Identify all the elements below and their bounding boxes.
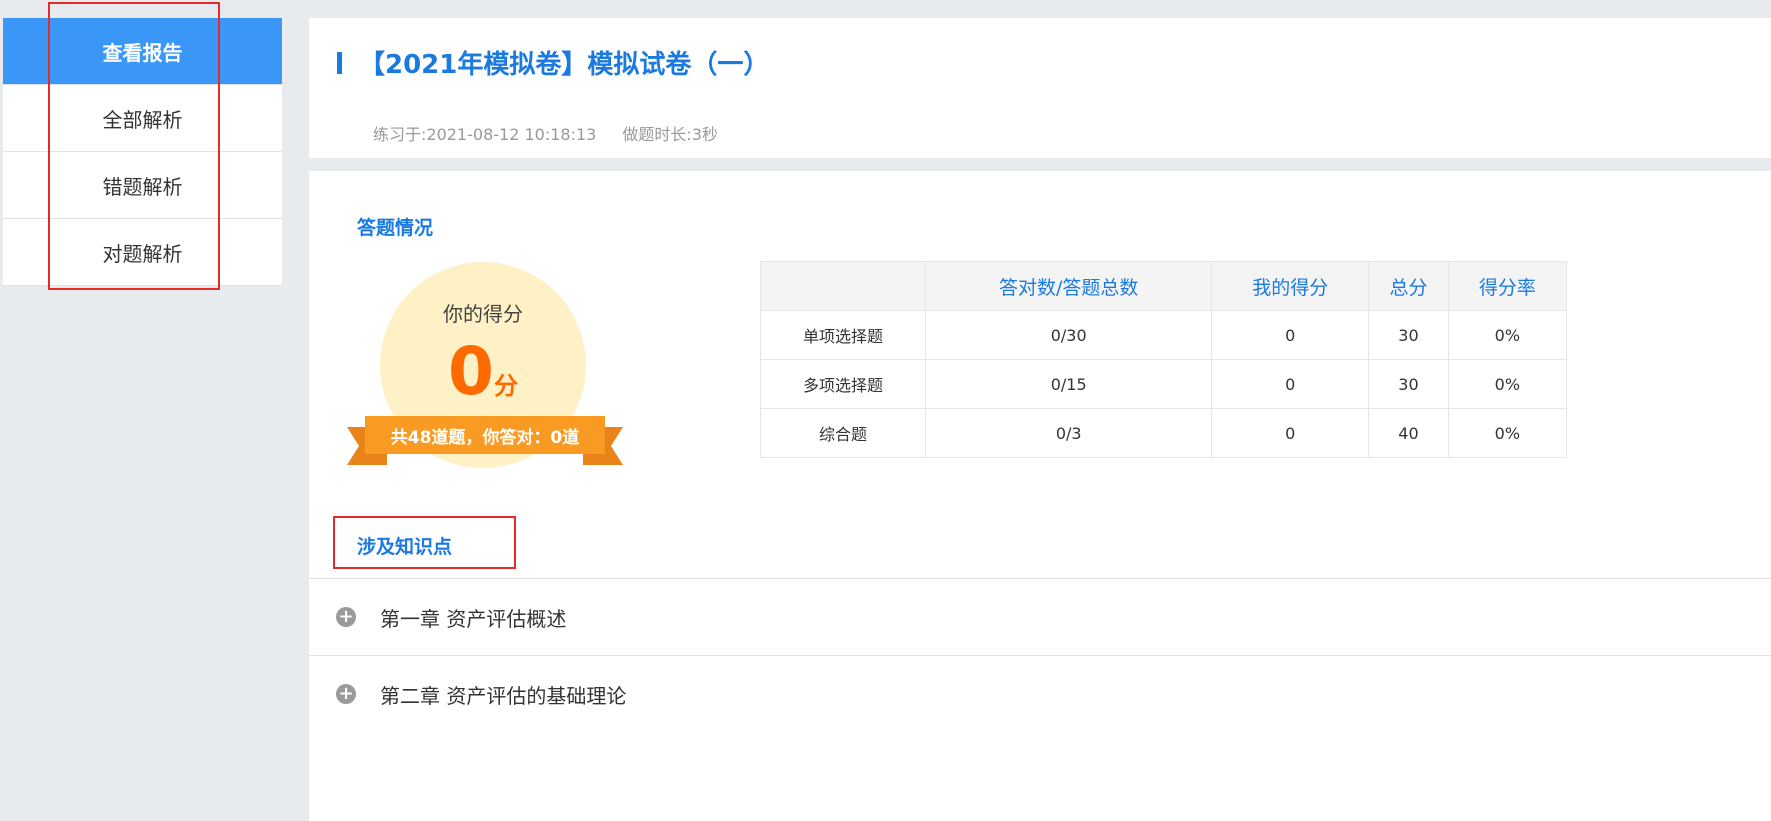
chapter-item[interactable]: + 第二章 资产评估的基础理论 [309,655,1771,732]
cell: 30 [1368,310,1449,360]
cell: 0/30 [925,310,1213,360]
sidebar: 查看报告 全部解析 错题解析 对题解析 [3,18,282,286]
cell: 0 [1211,408,1370,458]
score-label: 你的得分 [443,302,523,326]
cell: 0 [1211,359,1370,409]
cell: 0% [1447,408,1568,458]
chapter-item[interactable]: + 第一章 资产评估概述 [309,578,1771,655]
cell: 30 [1368,359,1449,409]
table-row: 综合题 0/3 0 40 0% [759,408,1568,458]
cell: 单项选择题 [759,310,927,360]
col-header [759,261,927,311]
result-ribbon: 共48道题，你答对：0道 [347,416,623,466]
chapter-label: 第一章 资产评估概述 [380,606,567,631]
score-value: 0 [448,333,494,410]
cell: 0/3 [925,408,1213,458]
cell: 0 [1211,310,1370,360]
cell: 40 [1368,408,1449,458]
duration: 做题时长:3秒 [622,125,718,144]
chapter-label: 第二章 资产评估的基础理论 [380,683,627,708]
score-table: 答对数/答题总数 我的得分 总分 得分率 单项选择题 0/30 0 30 0% 多项选择题 0/… [759,261,1568,458]
ribbon-text: 共48道题，你答对：0道 [365,416,605,454]
col-header: 得分率 [1447,261,1568,311]
score-unit: 分 [493,372,518,400]
table-row: 单项选择题 0/30 0 30 0% [759,310,1568,360]
expand-plus-icon[interactable]: + [336,684,356,704]
main-panel: 答题情况 你的得分 0分 共48道题，你答对：0道 答对数/答题总数 我的得分 总分… [309,171,1771,821]
title-bar-marker [337,52,342,74]
col-header: 总分 [1368,261,1449,311]
sidebar-item-all-analysis[interactable]: 全部解析 [3,85,282,152]
expand-plus-icon[interactable]: + [336,607,356,627]
practiced-at: 练习于:2021-08-12 10:18:13 [373,125,597,144]
header: 【2021年模拟卷】模拟试卷（一） 练习于:2021-08-12 10:18:1… [309,18,1771,158]
sidebar-item-wrong-analysis[interactable]: 错题解析 [3,152,282,219]
section-title-summary: 答题情况 [357,217,434,239]
cell: 多项选择题 [759,359,927,409]
col-header: 我的得分 [1211,261,1370,311]
sidebar-item-correct-analysis[interactable]: 对题解析 [3,219,282,286]
section-title-knowledge: 涉及知识点 [357,536,453,558]
cell: 0/15 [925,359,1213,409]
meta: 练习于:2021-08-12 10:18:13 做题时长:3秒 [373,121,744,145]
cell: 综合题 [759,408,927,458]
table-header: 答对数/答题总数 我的得分 总分 得分率 [759,261,1568,311]
page-title: 【2021年模拟卷】模拟试卷（一） [359,50,770,80]
sidebar-item-report[interactable]: 查看报告 [3,18,282,85]
cell: 0% [1447,310,1568,360]
table-row: 多项选择题 0/15 0 30 0% [759,359,1568,409]
col-header: 答对数/答题总数 [925,261,1213,311]
cell: 0% [1447,359,1568,409]
